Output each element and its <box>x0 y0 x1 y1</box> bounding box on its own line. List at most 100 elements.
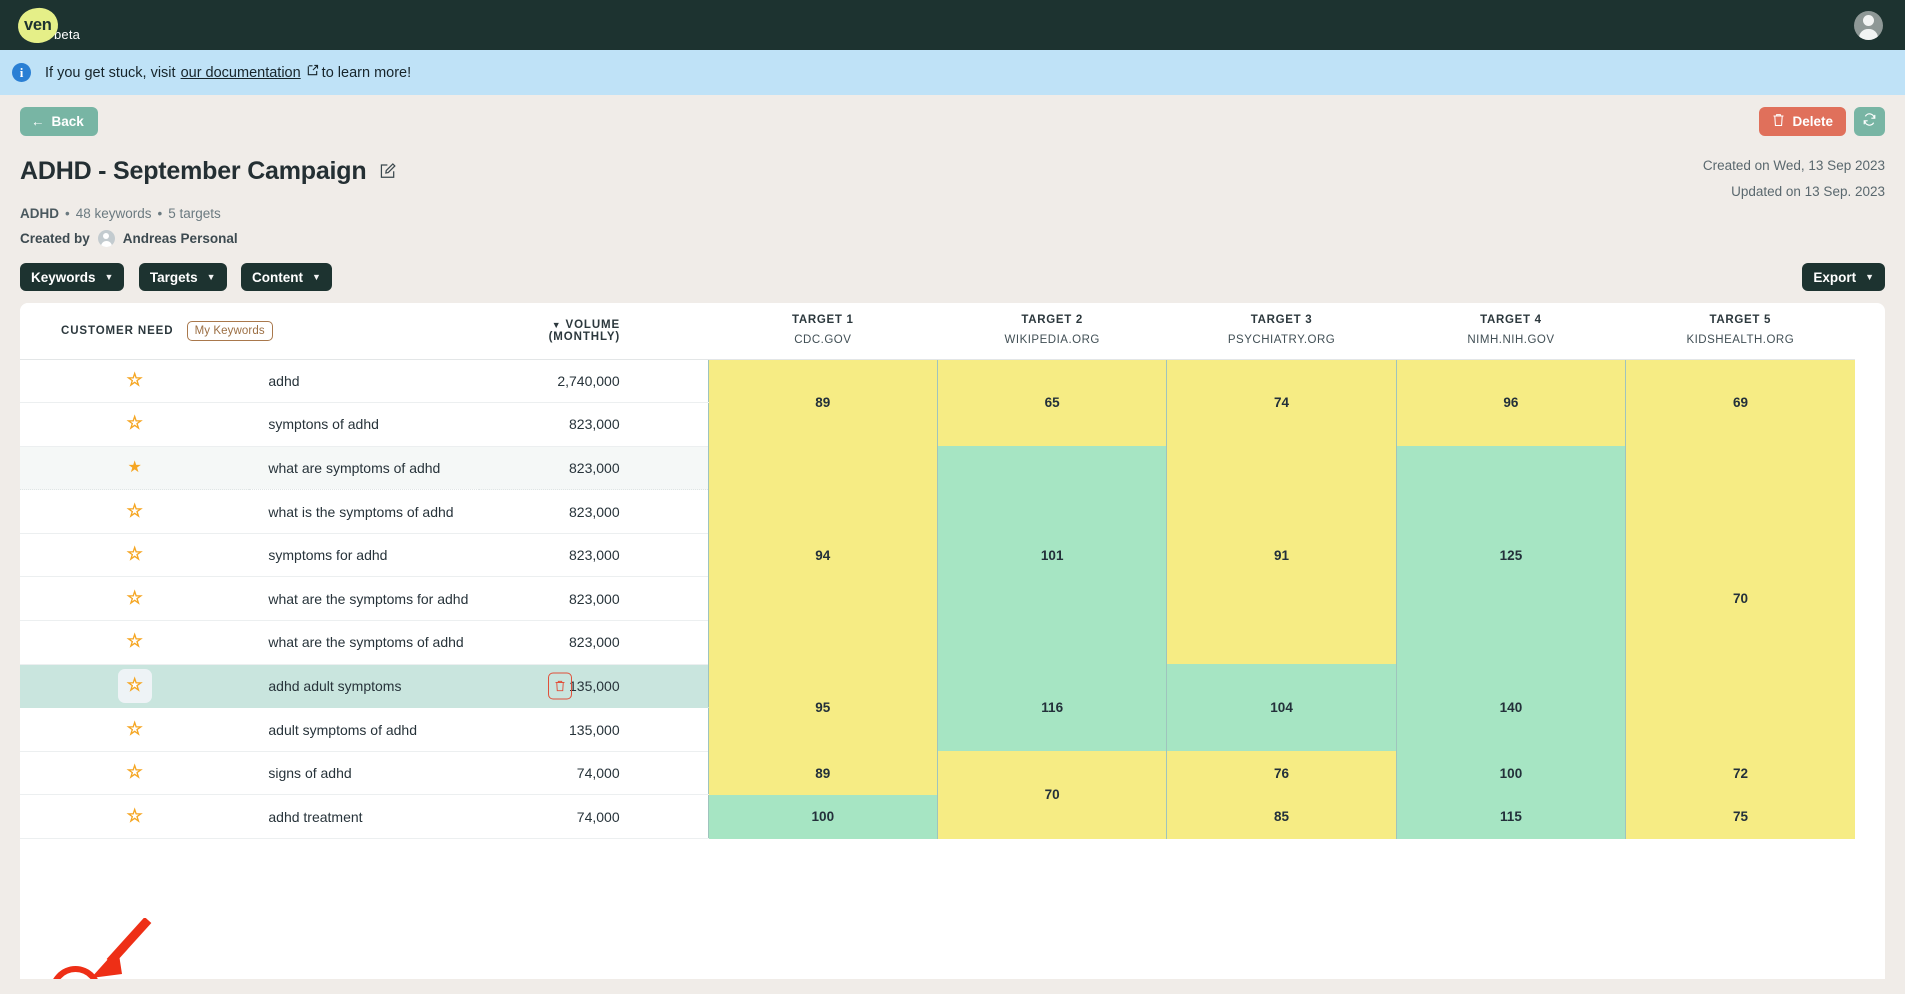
target-score-cell: 95 <box>707 664 938 752</box>
column-header-volume[interactable]: ▼ VOLUME (MONTHLY) <box>478 303 709 360</box>
delete-campaign-button[interactable]: Delete <box>1759 106 1846 136</box>
target-score-cell: 94 <box>707 446 938 665</box>
targets-dropdown-label: Targets <box>149 269 198 285</box>
keyword-cell: symptoms for adhd <box>249 533 479 578</box>
target-score-cell: 89 <box>707 751 938 795</box>
column-header-customer-need[interactable]: CUSTOMER NEED My Keywords <box>20 303 479 360</box>
favorite-star-button[interactable]: ★ <box>118 364 152 398</box>
right-action-group: Delete <box>1759 106 1885 136</box>
target-1-domain: CDC.GOV <box>794 334 852 347</box>
keyword-cell: adhd treatment <box>249 794 479 840</box>
info-icon: i <box>12 63 31 82</box>
favorite-star-cell[interactable]: ★ <box>20 359 250 404</box>
campaign-dates: Created on Wed, 13 Sep 2023 Updated on 1… <box>1703 151 1885 247</box>
table-row[interactable]: ★ adhd adult symptoms 135,000 95 116 104 140 <box>20 664 1855 752</box>
table-row[interactable]: ★ adhd 2,740,000 89 65 74 96 69 <box>20 359 1855 447</box>
created-by-user: Andreas Personal <box>122 231 238 246</box>
keyword-cell: adhd adult symptoms <box>249 664 572 709</box>
volume-cell: 823,000 <box>478 446 709 491</box>
favorite-star-button[interactable]: ★ <box>118 713 152 747</box>
volume-cell: 74,000 <box>478 751 709 796</box>
volume-cell: 823,000 <box>478 576 709 622</box>
account-avatar-icon[interactable] <box>1854 10 1883 40</box>
star-outline-icon: ★ <box>127 720 143 738</box>
column-header-target-3[interactable]: TARGET 3 PSYCHIATRY.ORG <box>1166 303 1397 360</box>
star-outline-icon: ★ <box>127 546 143 564</box>
column-header-target-5[interactable]: TARGET 5 KIDSHEALTH.ORG <box>1625 303 1855 360</box>
user-avatar-icon <box>97 230 115 247</box>
refresh-icon <box>1862 112 1877 130</box>
column-header-target-2[interactable]: TARGET 2 WIKIPEDIA.ORG <box>937 303 1167 360</box>
favorite-star-cell[interactable]: ★ <box>20 707 250 752</box>
volume-cell: 74,000 <box>478 794 709 840</box>
target-4-domain: NIMH.NIH.GOV <box>1467 334 1555 347</box>
star-outline-icon: ★ <box>127 371 143 389</box>
back-button[interactable]: ← Back <box>20 106 98 136</box>
campaign-header: ADHD - September Campaign ADHD • 48 keyw… <box>0 147 1905 247</box>
favorite-star-cell[interactable]: ★ <box>20 794 250 840</box>
keyword-cell: symptons of adhd <box>249 402 479 447</box>
refresh-button[interactable] <box>1854 106 1885 136</box>
target-score-cell: 72 <box>1625 751 1855 795</box>
app-logo[interactable]: ven beta <box>16 6 80 44</box>
keyword-cell: signs of adhd <box>249 751 479 796</box>
column-header-target-1[interactable]: TARGET 1 CDC.GOV <box>708 303 938 360</box>
target-score-cell: 65 <box>936 359 1167 447</box>
star-outline-icon: ★ <box>127 807 143 825</box>
edit-pencil-icon[interactable] <box>380 157 397 186</box>
filter-dropdown-group: Keywords ▼ Targets ▼ Content ▼ <box>20 263 342 291</box>
target-3-domain: PSYCHIATRY.ORG <box>1227 334 1336 347</box>
favorite-star-cell[interactable]: ★ <box>20 446 250 491</box>
documentation-link[interactable]: our documentation <box>181 65 301 81</box>
chevron-down-icon: ▼ <box>312 272 321 282</box>
favorite-star-button[interactable]: ★ <box>118 495 152 529</box>
target-4-label: TARGET 4 <box>1480 313 1542 326</box>
star-outline-icon: ★ <box>127 415 143 433</box>
meta-dot-2: • <box>157 206 163 221</box>
content-dropdown[interactable]: Content ▼ <box>241 263 332 291</box>
favorite-star-button[interactable]: ★ <box>118 756 152 790</box>
export-dropdown-label: Export <box>1813 269 1857 285</box>
target-2-domain: WIKIPEDIA.ORG <box>1004 334 1100 347</box>
target-score-cell: 70 <box>936 751 1167 839</box>
table-row[interactable]: ★ what are symptoms of adhd 823,000 94 101 91… <box>20 446 1855 752</box>
keywords-dropdown[interactable]: Keywords ▼ <box>20 263 125 291</box>
favorite-star-cell[interactable]: ★ <box>20 576 250 622</box>
help-banner: i If you get stuck, visit our documentat… <box>0 50 1905 95</box>
favorite-star-cell[interactable]: ★ <box>20 751 250 796</box>
star-outline-icon: ★ <box>127 676 143 694</box>
filter-toolbar: Keywords ▼ Targets ▼ Content ▼ Export ▼ <box>0 247 1905 303</box>
keyword-cell: what are symptoms of adhd <box>249 446 479 491</box>
chevron-down-icon: ▼ <box>206 272 216 282</box>
keyword-cell: what is the symptoms of adhd <box>249 489 479 534</box>
favorite-star-cell[interactable]: ★ <box>20 533 250 578</box>
favorite-star-button[interactable]: ★ <box>118 451 152 485</box>
favorite-star-button[interactable]: ★ <box>118 582 152 616</box>
favorite-star-cell[interactable]: ★ <box>20 402 250 447</box>
target-5-label: TARGET 5 <box>1709 313 1772 326</box>
export-dropdown[interactable]: Export ▼ <box>1802 263 1885 291</box>
column-header-target-4[interactable]: TARGET 4 NIMH.NIH.GOV <box>1396 303 1626 360</box>
created-by-row: Created by Andreas Personal <box>20 230 397 247</box>
target-score-cell: 69 <box>1625 359 1855 447</box>
created-on-date: Created on Wed, 13 Sep 2023 <box>1702 158 1885 173</box>
favorite-star-cell[interactable]: ★ <box>20 489 250 534</box>
volume-cell: 135,000 <box>478 664 709 709</box>
logo-text: ven <box>24 15 52 34</box>
delete-keyword-button[interactable] <box>547 672 572 700</box>
favorite-star-button[interactable]: ★ <box>118 538 152 572</box>
favorite-star-button[interactable]: ★ <box>118 407 152 441</box>
my-keywords-badge[interactable]: My Keywords <box>186 320 273 341</box>
volume-cell: 823,000 <box>478 402 709 447</box>
target-score-cell: 76 <box>1166 751 1397 795</box>
target-score-cell: 115 <box>1395 794 1626 839</box>
chevron-down-icon: ▼ <box>104 272 114 282</box>
favorite-star-button[interactable]: ★ <box>117 668 152 703</box>
favorite-star-button[interactable]: ★ <box>118 625 152 659</box>
star-filled-icon: ★ <box>127 458 142 476</box>
favorite-star-cell[interactable]: ★ <box>20 620 250 665</box>
table-row[interactable]: ★ signs of adhd 74,000 89 70 76 100 72 <box>20 751 1855 839</box>
favorite-star-cell[interactable]: ★ <box>20 664 250 709</box>
favorite-star-button[interactable]: ★ <box>118 800 152 834</box>
targets-dropdown[interactable]: Targets ▼ <box>138 263 227 291</box>
